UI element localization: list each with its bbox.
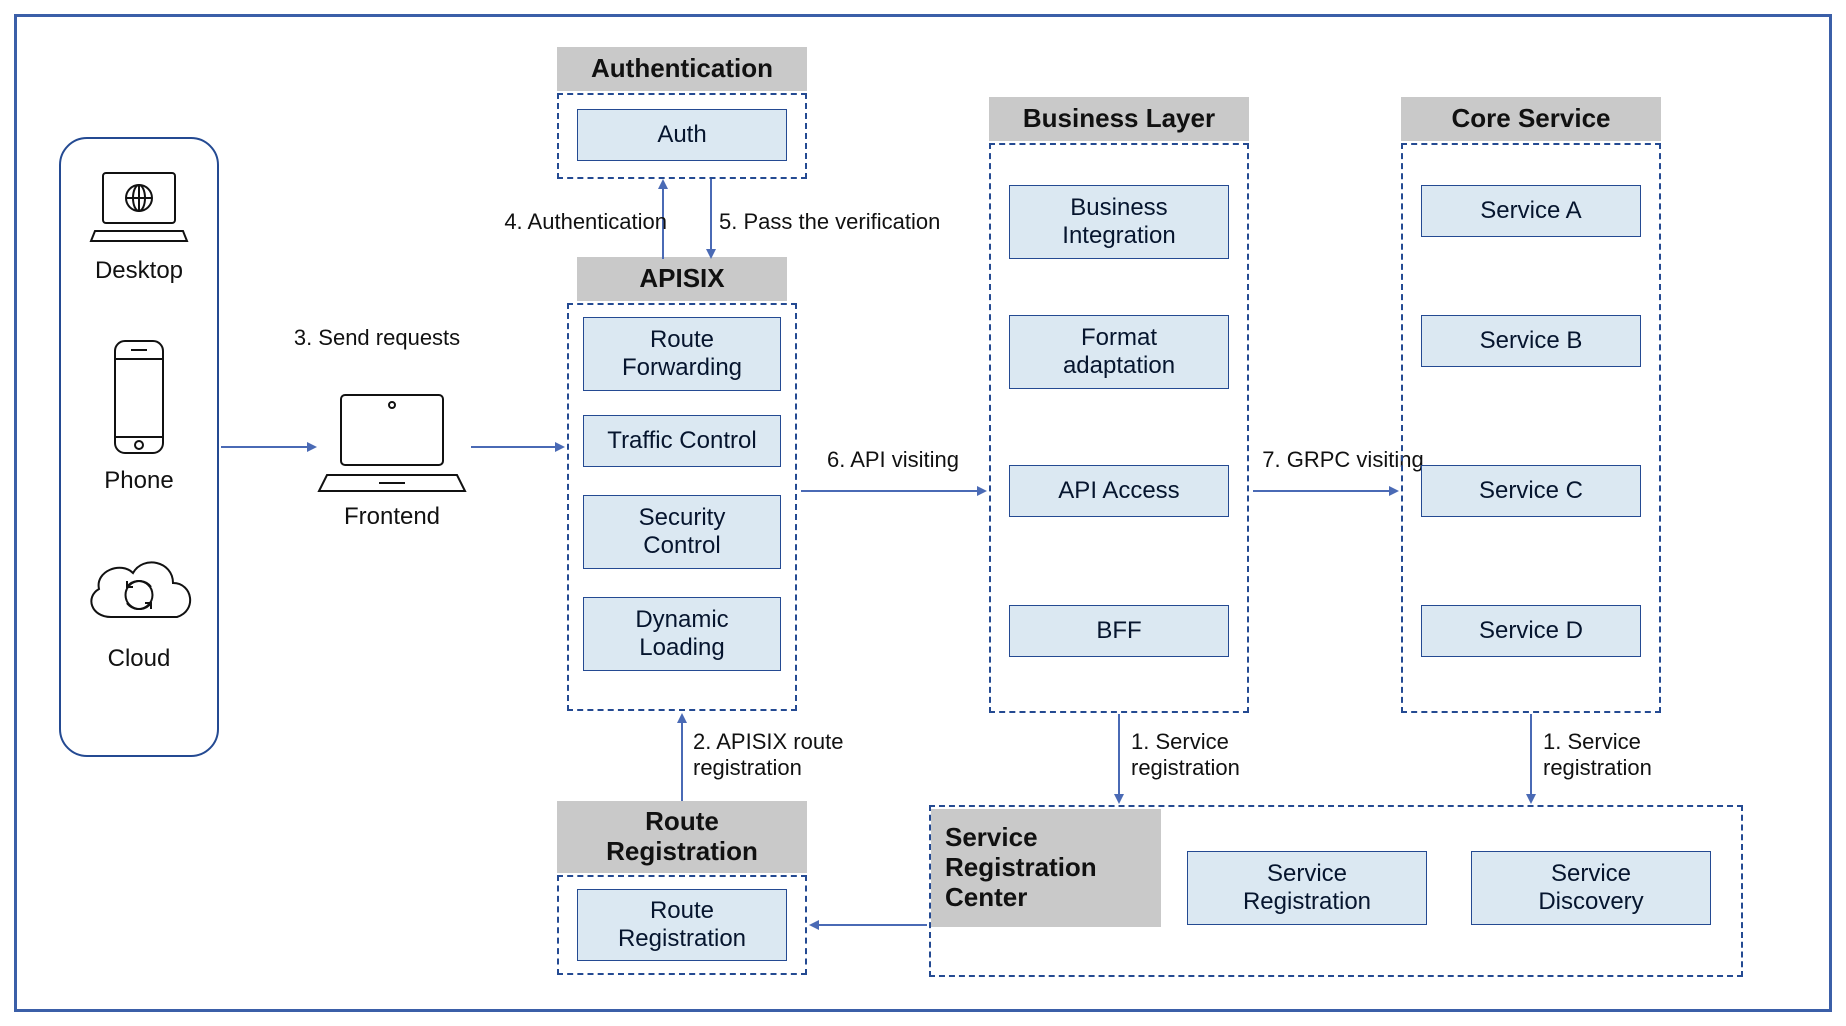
auth-node: Auth xyxy=(577,109,787,161)
arrow-auth-to-apisix xyxy=(705,179,717,259)
service-b-node: Service B xyxy=(1421,315,1641,367)
arrow-clients-to-frontend xyxy=(221,441,317,453)
dynamic-loading-node: Dynamic Loading xyxy=(583,597,781,671)
authentication-title: Authentication xyxy=(557,47,807,91)
arrow1b-label: 1. Service registration xyxy=(1543,729,1683,782)
arrow5-label: 5. Pass the verification xyxy=(719,209,979,235)
arrow2-label: 2. APISIX route registration xyxy=(693,729,893,782)
traffic-control-node: Traffic Control xyxy=(583,415,781,467)
diagram-frame: Desktop Phone Cloud Frontend 3. Send req… xyxy=(14,14,1832,1012)
service-d-node: Service D xyxy=(1421,605,1641,657)
core-service-title: Core Service xyxy=(1401,97,1661,141)
desktop-label: Desktop xyxy=(79,257,199,285)
service-c-node: Service C xyxy=(1421,465,1641,517)
service-a-node: Service A xyxy=(1421,185,1641,237)
arrow3-label: 3. Send requests xyxy=(277,325,477,351)
bff-node: BFF xyxy=(1009,605,1229,657)
frontend-label: Frontend xyxy=(317,503,467,531)
service-registration-node: Service Registration xyxy=(1187,851,1427,925)
business-layer-title: Business Layer xyxy=(989,97,1249,141)
phone-label: Phone xyxy=(89,467,189,495)
arrow-core-to-src xyxy=(1525,714,1537,804)
frontend-laptop-icon xyxy=(317,387,467,497)
cloud-icon xyxy=(77,547,201,637)
arrow-frontend-to-apisix xyxy=(471,441,565,453)
route-registration-title: Route Registration xyxy=(557,801,807,873)
arrow1a-label: 1. Service registration xyxy=(1131,729,1271,782)
business-integration-node: Business Integration xyxy=(1009,185,1229,259)
arrow-route-to-apisix xyxy=(676,713,688,801)
arrow6-label: 6. API visiting xyxy=(803,447,983,473)
arrow-business-to-core xyxy=(1253,485,1399,497)
service-discovery-node: Service Discovery xyxy=(1471,851,1711,925)
arrow4-label: 4. Authentication xyxy=(467,209,667,235)
phone-icon xyxy=(107,337,171,457)
laptop-icon xyxy=(87,167,191,247)
arrow-business-to-src xyxy=(1113,714,1125,804)
arrow-apisix-to-business xyxy=(801,485,987,497)
apisix-title: APISIX xyxy=(577,257,787,301)
api-access-node: API Access xyxy=(1009,465,1229,517)
cloud-label: Cloud xyxy=(89,645,189,673)
route-registration-node: Route Registration xyxy=(577,889,787,961)
arrow-src-to-route xyxy=(809,919,927,931)
format-adaptation-node: Format adaptation xyxy=(1009,315,1229,389)
security-control-node: Security Control xyxy=(583,495,781,569)
route-forwarding-node: Route Forwarding xyxy=(583,317,781,391)
